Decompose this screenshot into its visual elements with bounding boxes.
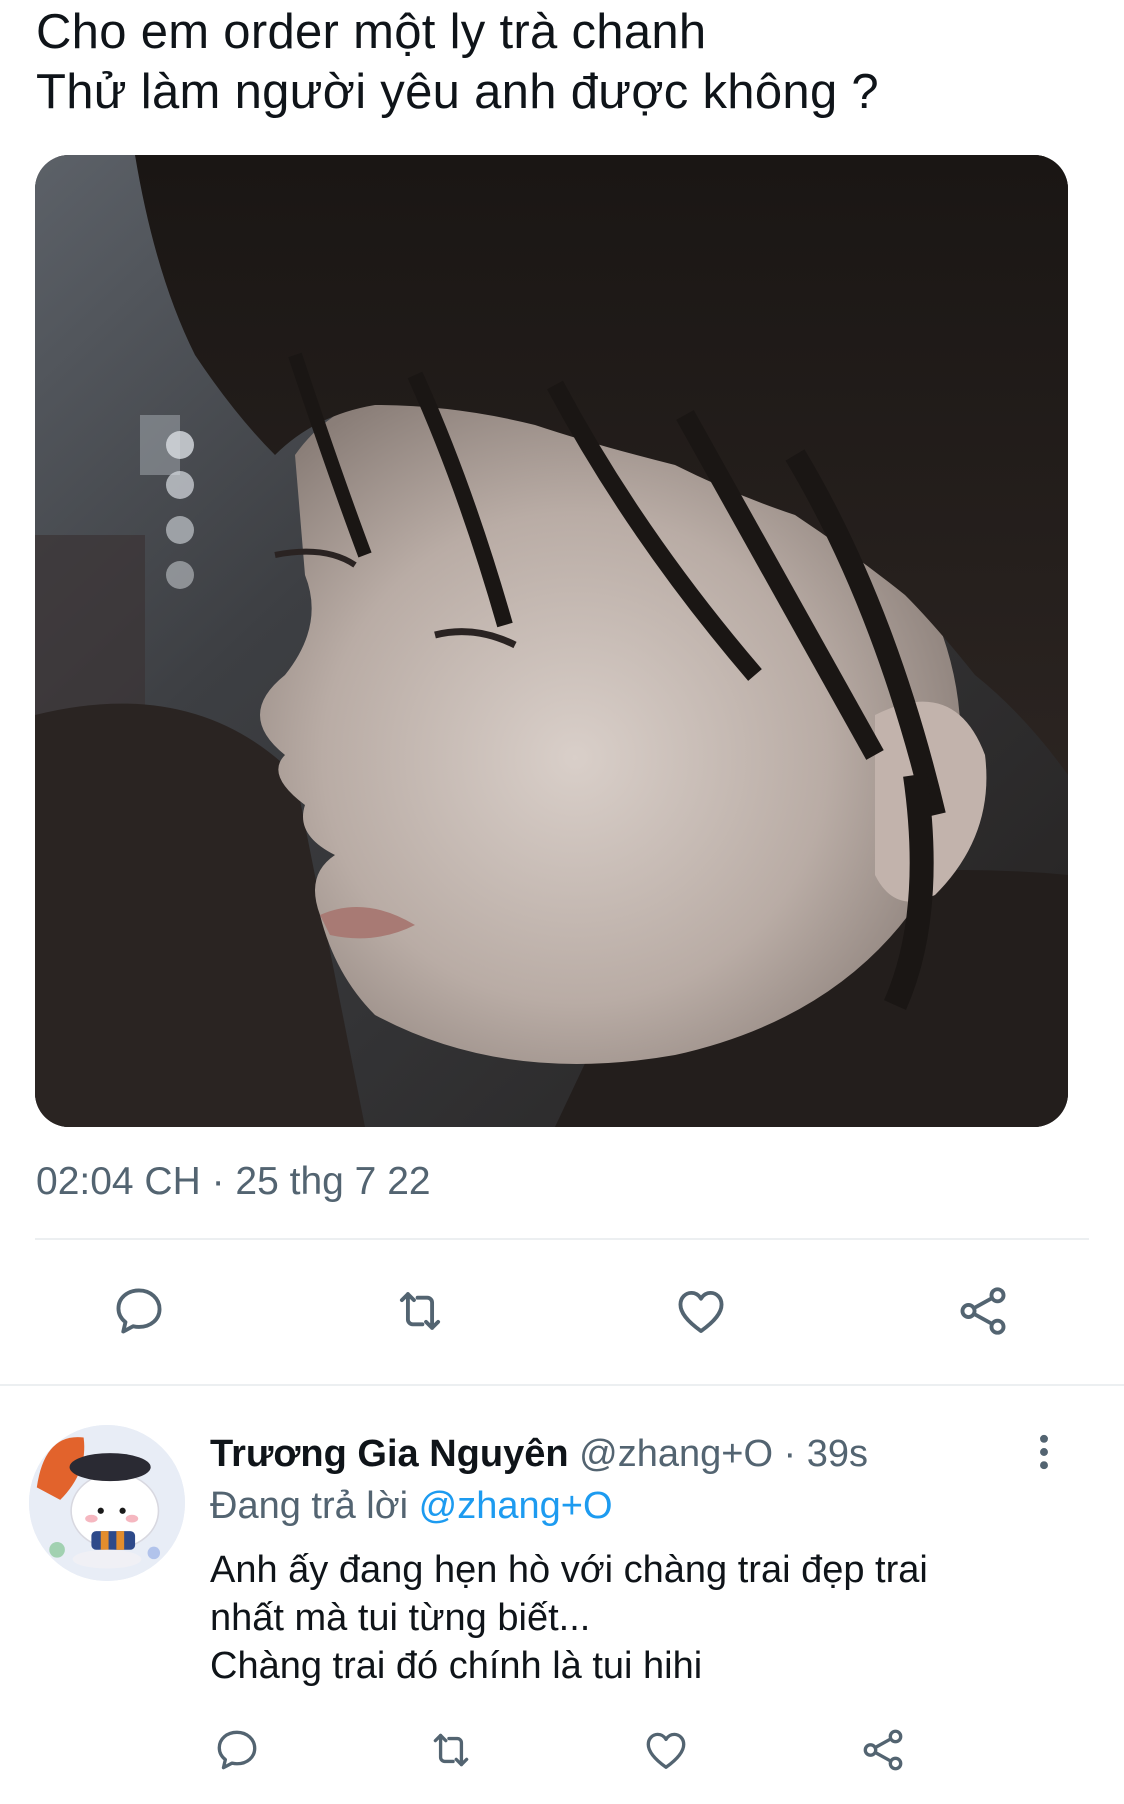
divider <box>35 1238 1089 1240</box>
tweet-photo[interactable] <box>35 155 1068 1127</box>
reply-bubble-icon <box>116 1288 162 1334</box>
heart-icon <box>646 1732 686 1769</box>
tweet-action-bar <box>0 1272 1124 1352</box>
replying-to-mention[interactable]: @zhang+O <box>419 1485 613 1527</box>
share-button[interactable] <box>952 1280 1014 1342</box>
retweet-icon <box>433 1733 469 1767</box>
reply-share-button[interactable] <box>855 1722 911 1778</box>
replying-to-label: Đang trả lời <box>210 1485 419 1527</box>
reply-action-bar <box>0 1722 1124 1782</box>
reply-bubble-icon <box>217 1730 257 1770</box>
avatar[interactable] <box>29 1425 185 1581</box>
tweet-text-line-2: Thử làm người yêu anh được không ? <box>36 65 879 119</box>
retweet-button[interactable] <box>389 1280 451 1342</box>
portrait-photo <box>35 155 1068 1127</box>
reply-text-line-1: Anh ấy đang hẹn hò với chàng trai đẹp tr… <box>210 1549 928 1591</box>
reply-header: Trương Gia Nguyên @zhang+O · 39s <box>210 1430 868 1478</box>
reply-text-line-3: Chàng trai đó chính là tui hihi <box>210 1645 703 1687</box>
avatar-illustration <box>29 1425 185 1581</box>
heart-icon <box>678 1290 724 1333</box>
reply-reply-button[interactable] <box>209 1722 265 1778</box>
tweet-detail-page: Cho em order một ly trà chanh Thử làm ng… <box>0 0 1124 1804</box>
replying-to: Đang trả lời @zhang+O <box>210 1482 613 1530</box>
share-icon <box>863 1729 903 1771</box>
tweet-text-line-1: Cho em order một ly trà chanh <box>36 5 707 59</box>
more-vertical-icon <box>1040 1434 1048 1470</box>
retweet-icon <box>399 1292 441 1330</box>
divider <box>0 1384 1124 1386</box>
tweet-text: Cho em order một ly trà chanh Thử làm ng… <box>36 2 879 122</box>
more-options-button[interactable] <box>1026 1430 1062 1474</box>
share-icon <box>960 1287 1006 1335</box>
reply-author-name[interactable]: Trương Gia Nguyên <box>210 1433 569 1475</box>
reply-text-line-2: nhất mà tui từng biết... <box>210 1597 591 1639</box>
reply-like-button[interactable] <box>638 1722 694 1778</box>
reply-text: Anh ấy đang hẹn hò với chàng trai đẹp tr… <box>210 1546 928 1690</box>
reply-retweet-button[interactable] <box>423 1722 479 1778</box>
reply-author-meta: @zhang+O · 39s <box>568 1433 869 1475</box>
tweet-timestamp[interactable]: 02:04 CH · 25 thg 7 22 <box>36 1158 431 1206</box>
reply-button[interactable] <box>108 1280 170 1342</box>
like-button[interactable] <box>670 1280 732 1342</box>
